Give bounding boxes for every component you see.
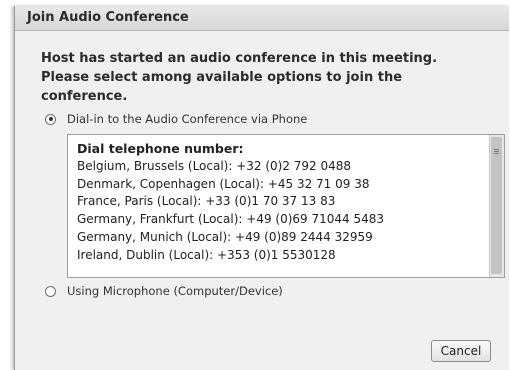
dial-in-numbers-list[interactable]: Dial telephone number: Belgium, Brussels… bbox=[67, 134, 505, 278]
option-microphone[interactable]: Using Microphone (Computer/Device) bbox=[45, 284, 283, 298]
microphone-radio[interactable] bbox=[45, 285, 56, 297]
dial-in-label: Dial-in to the Audio Conference via Phon… bbox=[67, 112, 308, 126]
grip-icon bbox=[494, 149, 499, 154]
list-item: Germany, Frankfurt (Local): +49 (0)69 71… bbox=[77, 212, 385, 227]
cancel-button[interactable]: Cancel bbox=[431, 340, 491, 362]
dialog-message: Host has started an audio conference in … bbox=[41, 51, 438, 104]
list-item: Denmark, Copenhagen (Local): +45 32 71 0… bbox=[77, 176, 370, 191]
join-audio-conference-dialog: Join Audio Conference Host has started a… bbox=[14, 6, 509, 370]
scrollbar-thumb[interactable] bbox=[491, 137, 502, 274]
list-scrollbar[interactable] bbox=[489, 135, 504, 277]
dialog-titlebar[interactable]: Join Audio Conference bbox=[15, 6, 509, 31]
list-item: Belgium, Brussels (Local): +32 (0)2 792 … bbox=[77, 158, 352, 173]
dial-in-heading: Dial telephone number: bbox=[77, 141, 244, 156]
option-dial-in[interactable]: Dial-in to the Audio Conference via Phon… bbox=[45, 112, 307, 126]
dial-in-radio[interactable] bbox=[45, 113, 56, 125]
dial-in-numbers-content: Dial telephone number: Belgium, Brussels… bbox=[77, 140, 484, 265]
microphone-label: Using Microphone (Computer/Device) bbox=[67, 284, 283, 298]
dialog-title: Join Audio Conference bbox=[27, 10, 189, 25]
list-item: France, Paris (Local): +33 (0)1 70 37 13… bbox=[77, 194, 336, 209]
list-item: Germany, Munich (Local): +49 (0)89 2444 … bbox=[77, 229, 373, 244]
list-item: Ireland, Dublin (Local): +353 (0)1 55301… bbox=[77, 247, 336, 262]
